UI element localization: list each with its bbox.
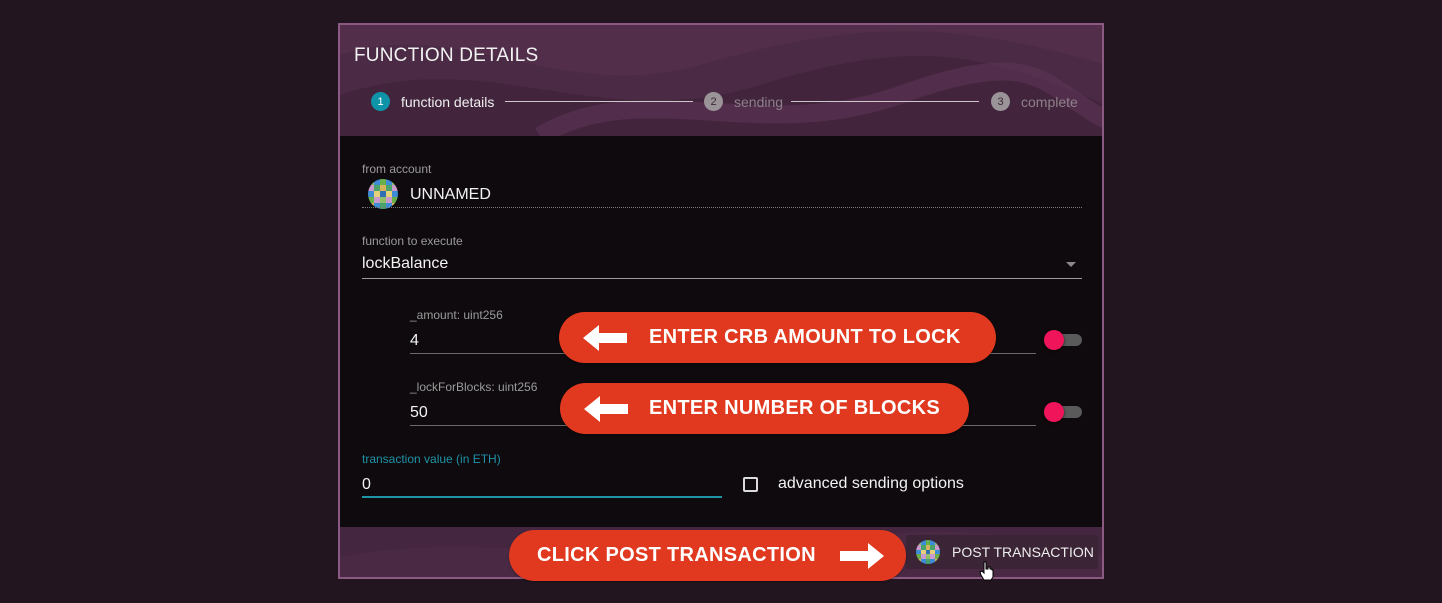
step-number: 2: [704, 92, 723, 111]
amount-label: _amount: uint256: [410, 308, 503, 322]
amount-toggle[interactable]: [1044, 330, 1082, 350]
lock-blocks-toggle[interactable]: [1044, 402, 1082, 422]
step-label: complete: [1021, 93, 1078, 110]
step-label: sending: [734, 93, 784, 110]
amount-annotation-text: ENTER CRB AMOUNT TO LOCK: [649, 326, 961, 348]
post-annotation-text: CLICK POST TRANSACTION: [537, 544, 816, 566]
post-transaction-label: POST TRANSACTION: [952, 544, 1094, 560]
advanced-options-label[interactable]: advanced sending options: [778, 475, 964, 493]
arrow-left-icon: [583, 324, 627, 351]
amount-annotation: ENTER CRB AMOUNT TO LOCK: [559, 312, 996, 363]
step-connector: [791, 101, 979, 102]
function-select-value[interactable]: lockBalance: [362, 255, 448, 273]
function-select-underline: [362, 278, 1082, 279]
tx-value-underline: [362, 496, 722, 498]
account-identicon: [916, 540, 940, 564]
post-transaction-button[interactable]: POST TRANSACTION: [906, 535, 1098, 569]
advanced-options-checkbox[interactable]: [743, 477, 758, 492]
arrow-left-icon: [584, 395, 628, 422]
step-label: function details: [401, 93, 495, 110]
account-identicon: [368, 179, 398, 209]
tx-value-label: transaction value (in ETH): [362, 452, 501, 466]
step-sending: 2 sending: [704, 92, 783, 111]
from-account-label: from account: [362, 162, 432, 176]
lock-blocks-input[interactable]: 50: [410, 404, 428, 422]
blocks-annotation-text: ENTER NUMBER OF BLOCKS: [649, 397, 941, 419]
function-label: function to execute: [362, 234, 463, 248]
step-complete: 3 complete: [991, 92, 1078, 111]
from-account-underline: [362, 207, 1082, 208]
blocks-annotation: ENTER NUMBER OF BLOCKS: [560, 383, 969, 434]
dialog-title: FUNCTION DETAILS: [354, 45, 539, 66]
post-annotation: CLICK POST TRANSACTION: [509, 530, 906, 581]
chevron-down-icon[interactable]: [1065, 261, 1077, 269]
dialog-header: FUNCTION DETAILS 1 function details 2 se…: [340, 25, 1102, 136]
step-number: 3: [991, 92, 1010, 111]
amount-input[interactable]: 4: [410, 332, 419, 350]
hand-cursor-icon: [979, 561, 994, 581]
step-function-details: 1 function details: [371, 92, 494, 111]
header-wave-decoration: [340, 25, 1102, 136]
arrow-right-icon: [839, 542, 884, 569]
step-connector: [505, 101, 693, 102]
step-number: 1: [371, 92, 390, 111]
tx-value-input[interactable]: 0: [362, 476, 371, 494]
lock-blocks-label: _lockForBlocks: uint256: [410, 380, 538, 394]
from-account-value[interactable]: UNNAMED: [410, 186, 491, 204]
function-details-dialog: FUNCTION DETAILS 1 function details 2 se…: [338, 23, 1104, 579]
